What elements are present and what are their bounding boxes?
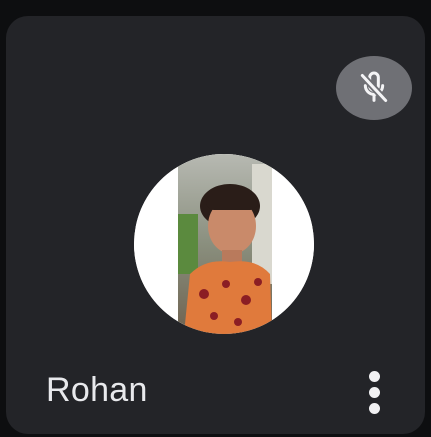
participant-tile[interactable]: Rohan [6, 16, 425, 434]
more-vert-icon-dot [368, 386, 380, 398]
mic-muted-badge [336, 56, 412, 120]
profile-photo [134, 154, 314, 334]
avatar [134, 154, 314, 334]
participant-name: Rohan [46, 371, 148, 409]
more-vert-icon [368, 370, 380, 382]
more-vert-icon-dot [368, 402, 380, 414]
mic-off-icon [359, 71, 389, 104]
more-options-button[interactable] [356, 362, 392, 422]
